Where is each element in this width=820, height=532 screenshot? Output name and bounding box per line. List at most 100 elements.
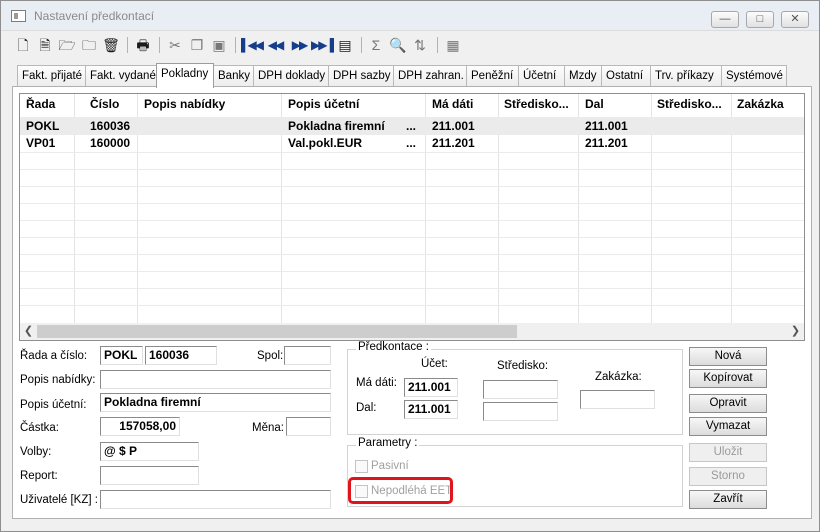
zakazka-label: Zakázka: — [595, 371, 642, 383]
cell-ellipsis[interactable]: ... — [406, 119, 416, 133]
popis-nabidky-label: Popis nabídky: — [20, 374, 96, 386]
cell-ma-dati: 211.001 — [432, 119, 475, 133]
next-record-icon[interactable]: ▶▶ — [289, 35, 309, 55]
column-header-dal[interactable]: Dal — [585, 97, 604, 111]
copy-icon[interactable]: ❐ — [187, 35, 207, 55]
app-icon — [11, 10, 26, 22]
delete-icon[interactable]: 🗑 — [101, 35, 121, 55]
tab-mzdy[interactable]: Mzdy — [564, 65, 602, 87]
tab-dph-sazby[interactable]: DPH sazby — [328, 65, 394, 87]
uzivatele-label: Uživatelé [KZ] : — [20, 494, 98, 506]
cell-ellipsis[interactable]: ... — [406, 136, 416, 150]
print-icon[interactable]: 🖶 — [133, 35, 153, 55]
castka-field[interactable]: 157058,00 — [100, 417, 180, 436]
last-record-icon[interactable]: ▶▶▐ — [311, 35, 334, 55]
close-button[interactable]: ✕ — [781, 11, 809, 28]
scroll-right-icon[interactable]: ❯ — [787, 323, 804, 340]
rada-label: Řada a číslo: — [20, 350, 88, 362]
zavrit-button[interactable]: Zavřít — [689, 490, 767, 509]
mena-field[interactable] — [286, 417, 331, 436]
pasivni-label: Pasivní — [371, 460, 409, 472]
data-grid[interactable]: Řada Číslo Popis nabídky Popis účetní Má… — [19, 93, 805, 341]
dal-stredisko-field[interactable] — [483, 402, 558, 421]
rada-field[interactable]: POKL — [100, 346, 143, 365]
report-field[interactable] — [100, 466, 199, 485]
tab-penezni[interactable]: Peněžní — [466, 65, 519, 87]
tab-ostatni[interactable]: Ostatní — [601, 65, 651, 87]
cell-ma-dati: 211.201 — [432, 136, 475, 150]
opravit-button[interactable]: Opravit — [689, 394, 767, 413]
stredisko-label: Středisko: — [497, 360, 549, 372]
zakazka-field[interactable] — [580, 390, 655, 409]
popis-ucetni-field[interactable]: Pokladna firemní — [100, 393, 331, 412]
ma-dati-stredisko-field[interactable] — [483, 380, 558, 399]
search-icon[interactable]: 🔍 — [388, 35, 408, 55]
title-bar: Nastavení předkontací — □ ✕ — [1, 1, 819, 31]
scroll-left-icon[interactable]: ❮ — [20, 323, 37, 340]
sort-icon[interactable]: ⇅ — [410, 35, 430, 55]
column-header-popis-nabidky[interactable]: Popis nabídky — [144, 97, 225, 111]
castka-label: Částka: — [20, 422, 59, 434]
folder-save-icon[interactable]: 🗀 — [79, 35, 99, 55]
kopirovat-button[interactable]: Kopírovat — [689, 369, 767, 388]
tab-dph-zahran[interactable]: DPH zahran. — [393, 65, 467, 87]
column-header-stredisko-1[interactable]: Středisko... — [504, 97, 569, 111]
pasivni-checkbox[interactable] — [355, 460, 368, 473]
column-header-zakazka[interactable]: Zakázka — [737, 97, 784, 111]
tab-trv-prikazy[interactable]: Trv. příkazy — [650, 65, 722, 87]
cell-rada: POKL — [26, 119, 60, 133]
first-record-icon[interactable]: ▌◀◀ — [241, 35, 264, 55]
predkontace-legend: Předkontace : — [356, 341, 431, 353]
document-icon[interactable]: 🗎 — [35, 35, 55, 55]
spol-label: Spol: — [257, 350, 284, 362]
scrollbar-thumb[interactable] — [37, 325, 517, 338]
new-icon[interactable]: 🗋 — [13, 35, 33, 55]
minimize-button[interactable]: — — [711, 11, 739, 28]
ulozit-button[interactable]: Uložit — [689, 443, 767, 462]
vymazat-button[interactable]: Vymazat — [689, 417, 767, 436]
parametry-legend: Parametry : — [356, 437, 420, 449]
dal-field[interactable]: 211.001 — [404, 400, 458, 419]
view-icon[interactable]: ▤ — [335, 35, 355, 55]
column-header-rada[interactable]: Řada — [26, 97, 55, 111]
close-icon: ✕ — [790, 13, 800, 25]
column-header-stredisko-2[interactable]: Středisko... — [657, 97, 722, 111]
cell-cislo: 160000 — [90, 136, 131, 150]
uzivatele-field[interactable] — [100, 490, 331, 509]
window: Nastavení předkontací — □ ✕ 🗋 🗎 🗁 🗀 🗑 🖶 … — [0, 0, 820, 532]
tab-fakt-vydane[interactable]: Fakt. vydané — [85, 65, 157, 87]
column-header-cislo[interactable]: Číslo — [90, 97, 119, 111]
eet-highlight-box — [348, 477, 453, 504]
window-title: Nastavení předkontací — [34, 9, 155, 23]
ma-dati-field[interactable]: 211.001 — [404, 378, 458, 397]
popis-ucetni-label: Popis účetní: — [20, 399, 87, 411]
cut-icon[interactable]: ✂ — [165, 35, 185, 55]
cell-rada: VP01 — [26, 136, 56, 150]
column-header-ma-dati[interactable]: Má dáti — [432, 97, 473, 111]
tab-systemove[interactable]: Systémové — [721, 65, 787, 87]
dal-label: Dal: — [356, 402, 377, 414]
spol-field[interactable] — [284, 346, 331, 365]
maximize-icon: □ — [756, 13, 764, 25]
horizontal-scrollbar[interactable]: ❮ ❯ — [20, 323, 804, 340]
tab-fakt-prijate[interactable]: Fakt. přijaté — [17, 65, 86, 87]
previous-record-icon[interactable]: ◀◀ — [265, 35, 285, 55]
tab-dph-doklady[interactable]: DPH doklady — [253, 65, 329, 87]
column-header-popis-ucetni[interactable]: Popis účetní — [288, 97, 359, 111]
paste-icon[interactable]: ▣ — [209, 35, 229, 55]
storno-button[interactable]: Storno — [689, 467, 767, 486]
open-folder-icon[interactable]: 🗁 — [57, 35, 77, 55]
sum-icon[interactable]: Σ — [366, 35, 386, 55]
cislo-field[interactable]: 160036 — [145, 346, 217, 365]
popis-nabidky-field[interactable] — [100, 370, 331, 389]
cell-dal: 211.001 — [585, 119, 628, 133]
cell-popis-ucetni: Val.pokl.EUR — [288, 136, 363, 150]
tab-ucetni[interactable]: Účetní — [518, 65, 565, 87]
volby-field[interactable]: @ $ P — [100, 442, 199, 461]
tab-pokladny[interactable]: Pokladny — [156, 63, 214, 88]
grid-icon[interactable]: ▦ — [443, 35, 463, 55]
report-label: Report: — [20, 470, 58, 482]
nova-button[interactable]: Nová — [689, 347, 767, 366]
maximize-button[interactable]: □ — [746, 11, 774, 28]
tab-banky[interactable]: Banky — [213, 65, 254, 87]
